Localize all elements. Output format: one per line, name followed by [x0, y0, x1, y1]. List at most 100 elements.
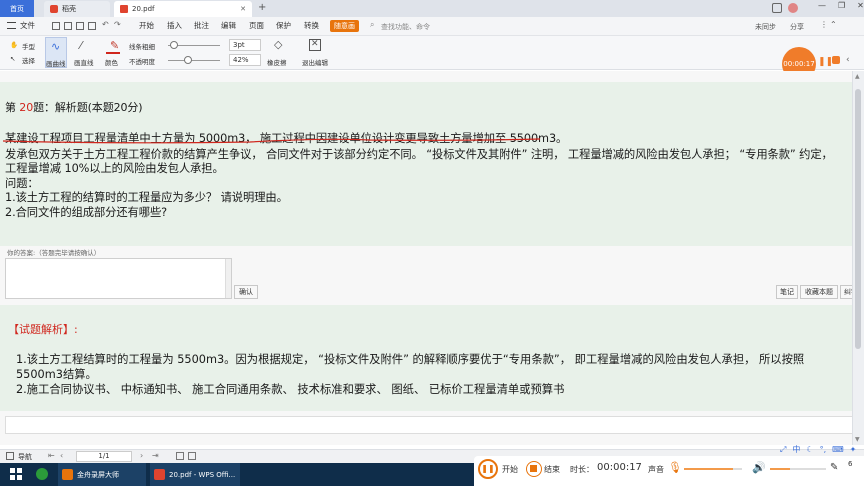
maximize-icon[interactable]: ❐: [838, 1, 845, 10]
hand-tool-label[interactable]: 手型: [22, 41, 35, 51]
opacity-select[interactable]: 42%: [229, 54, 261, 66]
vertical-scrollbar[interactable]: ▲ ▼: [852, 71, 864, 445]
hand-icon[interactable]: ✋: [10, 41, 18, 49]
menu-protect[interactable]: 保护: [276, 20, 291, 31]
collect-button[interactable]: 收藏本题: [800, 285, 838, 299]
pause-icon[interactable]: ❚❚: [818, 57, 833, 67]
line-tool-label[interactable]: 画直线: [74, 57, 94, 67]
tab-home[interactable]: 首页: [0, 0, 34, 17]
notes-button[interactable]: 笔记: [776, 285, 798, 299]
tab-file[interactable]: 20.pdf ✕: [114, 1, 252, 17]
taskbar-recorder-app[interactable]: 金舟录屏大师: [58, 463, 146, 486]
last-page-icon[interactable]: ⇥: [152, 451, 159, 460]
confirm-button[interactable]: 确认: [234, 285, 258, 299]
menu-annotate[interactable]: 批注: [194, 20, 209, 31]
mic-slider[interactable]: [684, 468, 742, 470]
menu-convert[interactable]: 转换: [304, 20, 319, 31]
window-right-controls: [772, 3, 798, 13]
mic-icon[interactable]: 🎙: [668, 461, 682, 474]
collapse-icon[interactable]: ⌃: [830, 20, 837, 29]
punctuation-icon[interactable]: °,: [820, 445, 827, 454]
nav-label[interactable]: 导航: [18, 452, 32, 462]
layout-icon[interactable]: [772, 3, 782, 13]
ime-indicator[interactable]: 中: [792, 444, 800, 455]
analysis-title: 【试题解析】:: [8, 323, 78, 336]
menu-edit[interactable]: 编辑: [221, 20, 236, 31]
pen-draw-icon[interactable]: ✎: [830, 462, 838, 473]
undo-icon[interactable]: ↶: [102, 20, 109, 29]
new-tab-button[interactable]: +: [258, 2, 266, 13]
scroll-down-icon[interactable]: ▼: [855, 436, 860, 443]
save-icon[interactable]: [64, 22, 72, 30]
opacity-slider[interactable]: [168, 60, 220, 61]
start-label[interactable]: 开始: [502, 464, 518, 475]
tray-app-icon[interactable]: ⤢: [780, 445, 786, 455]
search-icon[interactable]: ⌕: [370, 20, 374, 30]
first-page-icon[interactable]: ⇤: [48, 451, 55, 460]
color-label[interactable]: 颜色: [105, 57, 118, 67]
minimize-icon[interactable]: —: [818, 1, 826, 10]
duration-value: 00:00:17: [597, 462, 642, 473]
tab-bar: 首页 稻壳 20.pdf ✕ + — ❐ ✕: [0, 0, 864, 17]
more-icon[interactable]: ⋮: [820, 20, 828, 29]
menu-insert[interactable]: 插入: [167, 20, 182, 31]
opacity-slider-thumb[interactable]: [184, 56, 192, 64]
stop-label[interactable]: 结束: [544, 464, 560, 475]
windows-start-icon[interactable]: [10, 468, 22, 480]
record-stop-icon[interactable]: [526, 461, 542, 477]
pen-color-icon[interactable]: ✎: [110, 39, 119, 52]
tab-docer[interactable]: 稻壳: [44, 1, 110, 17]
close-window-icon[interactable]: ✕: [857, 1, 864, 10]
curve-tool-button[interactable]: ∿ 画曲线: [45, 37, 67, 68]
folder-icon[interactable]: [52, 22, 60, 30]
next-page-icon[interactable]: ›: [140, 451, 143, 460]
export-icon[interactable]: [88, 22, 96, 30]
close-tab-icon[interactable]: ✕: [240, 5, 246, 13]
page-input[interactable]: 1/1: [76, 451, 132, 462]
fit-page-icon[interactable]: [188, 452, 196, 460]
redo-icon[interactable]: ↷: [114, 20, 121, 29]
question-line-5: 1.该土方工程的结算时的工程量应为多少？ 请说明理由。: [5, 191, 288, 204]
answer-input[interactable]: [5, 258, 232, 299]
nav-icon[interactable]: [6, 452, 14, 460]
wps-app-icon: [154, 469, 165, 480]
collapse-recorder-icon[interactable]: ‹: [846, 55, 850, 65]
taskbar-pin-icon[interactable]: [36, 468, 48, 480]
window-controls: — ❐ ✕: [818, 1, 864, 10]
line-icon[interactable]: ⁄: [80, 39, 82, 52]
stop-icon[interactable]: [832, 56, 840, 64]
sync-status[interactable]: 未同步: [755, 22, 776, 32]
exit-edit-label[interactable]: 退出编辑: [302, 57, 328, 67]
avatar[interactable]: [788, 3, 798, 13]
docer-icon: [50, 5, 58, 13]
sound-label: 声音: [648, 465, 664, 474]
page-view-icon[interactable]: [176, 452, 184, 460]
search-input[interactable]: 查找功能、命令: [381, 22, 430, 32]
menu-bar: 文件 ↶ ↷ 开始 插入 批注 编辑 页面 保护 转换 随意画 ⌕ 查找功能、命…: [0, 17, 864, 36]
keyboard-icon[interactable]: ⌨: [832, 445, 844, 454]
record-pause-icon[interactable]: ❚❚: [478, 459, 498, 479]
menu-page[interactable]: 页面: [249, 20, 264, 31]
eraser-label[interactable]: 橡皮擦: [267, 57, 287, 67]
question-line-6: 2.合同文件的组成部分还有哪些?: [5, 206, 168, 219]
speaker-slider[interactable]: [770, 468, 826, 470]
thickness-select[interactable]: 3pt: [229, 39, 261, 51]
print-icon[interactable]: [76, 22, 84, 30]
select-icon[interactable]: ↖: [10, 55, 15, 63]
taskbar-wps-app[interactable]: 20.pdf - WPS Offi...: [150, 463, 240, 486]
menu-file[interactable]: 文件: [20, 20, 35, 31]
menu-pen[interactable]: 随意画: [330, 20, 359, 32]
hamburger-icon[interactable]: [7, 22, 16, 29]
thickness-slider-thumb[interactable]: [170, 41, 178, 49]
moon-icon[interactable]: ☾: [806, 445, 813, 454]
share-button[interactable]: 分享: [790, 22, 804, 32]
prev-page-icon[interactable]: ‹: [60, 451, 63, 460]
scroll-up-icon[interactable]: ▲: [855, 73, 860, 80]
select-tool-label[interactable]: 选择: [22, 55, 35, 65]
speaker-icon[interactable]: 🔊: [752, 461, 766, 474]
eraser-icon[interactable]: ◇: [274, 38, 282, 51]
settings-tray-icon[interactable]: ✦: [850, 445, 857, 454]
menu-start[interactable]: 开始: [139, 20, 154, 31]
question-panel: 第 20题：解析题(本题20分) 某建设工程项目工程量清单中土方量为 5000m…: [0, 82, 852, 246]
scroll-thumb[interactable]: [855, 89, 861, 349]
